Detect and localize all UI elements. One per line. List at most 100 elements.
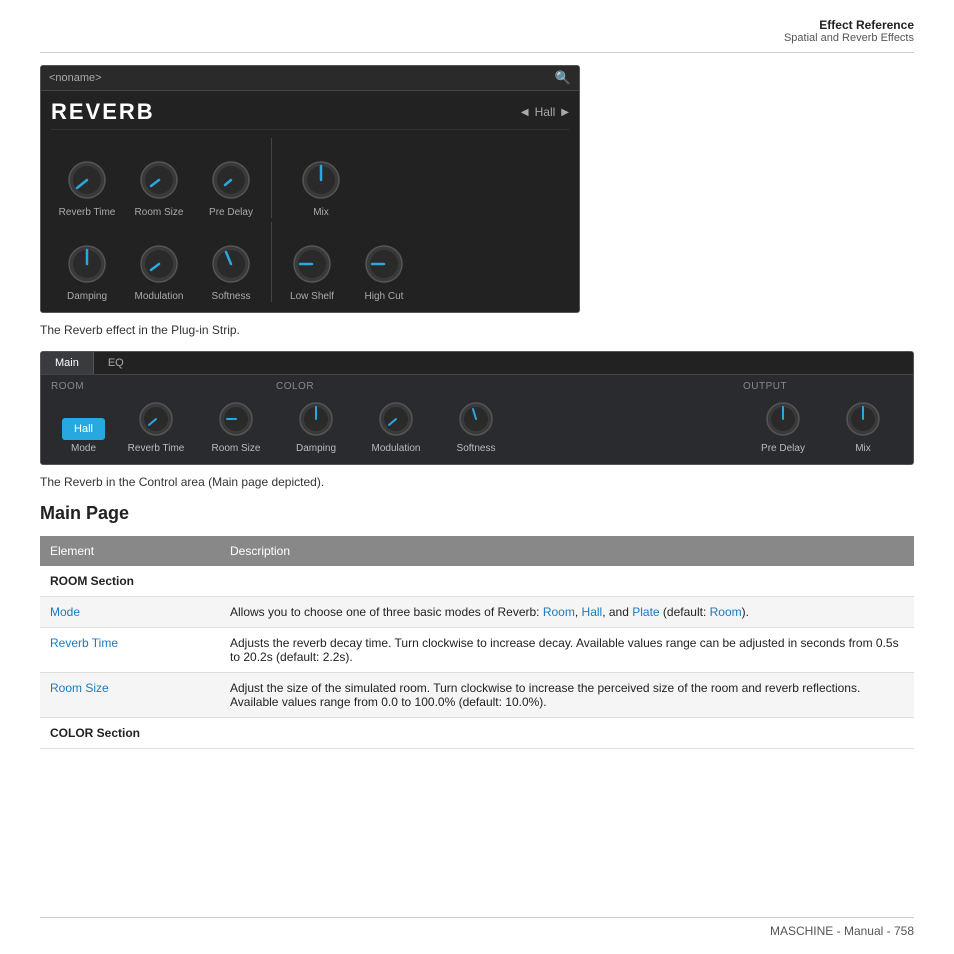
room-section-desc <box>220 566 914 597</box>
page-header: Effect Reference Spatial and Reverb Effe… <box>784 18 914 44</box>
ctrl-softness: Softness <box>436 398 516 454</box>
damping-knob-svg[interactable] <box>63 240 111 288</box>
color-section-desc <box>220 718 914 749</box>
table-row-room-size: Room Size Adjust the size of the simulat… <box>40 673 914 718</box>
knobs-row-1: Reverb Time Room Size <box>51 138 569 218</box>
table-row-mode: Mode Allows you to choose one of three b… <box>40 597 914 628</box>
mode-link[interactable]: Mode <box>50 605 80 619</box>
knob-pre-delay: Pre Delay <box>195 156 267 218</box>
table-row-reverb-time: Reverb Time Adjusts the reverb decay tim… <box>40 628 914 673</box>
ctrl-damping-label: Damping <box>296 443 336 454</box>
knob-modulation-label: Modulation <box>135 291 184 302</box>
knob-damping: Damping <box>51 240 123 302</box>
ctrl-section-room: ROOM Hall Mode <box>51 381 276 454</box>
knob-high-cut: High Cut <box>348 240 420 302</box>
ctrl-body: ROOM Hall Mode <box>41 375 913 464</box>
reverb-time-element-cell: Reverb Time <box>40 628 220 673</box>
preset-next-arrow[interactable]: ▶ <box>561 107 569 118</box>
pre-delay-knob-svg[interactable] <box>207 156 255 204</box>
col-header-element: Element <box>40 536 220 566</box>
header-rule <box>40 52 914 53</box>
ctrl-mix-label: Mix <box>855 443 871 454</box>
ctrl-room-size-svg[interactable] <box>215 398 257 440</box>
plugin-header: REVERB ◀ Hall ▶ <box>51 91 569 130</box>
ctrl-reverb-time-svg[interactable] <box>135 398 177 440</box>
modulation-knob-svg[interactable] <box>135 240 183 288</box>
knob-low-shelf: Low Shelf <box>276 240 348 302</box>
knob-room-size-label: Room Size <box>135 207 184 218</box>
knob-low-shelf-label: Low Shelf <box>290 291 334 302</box>
row2-divider <box>271 222 272 302</box>
table-row-room-section: ROOM Section <box>40 566 914 597</box>
ctrl-mode-label: Mode <box>71 443 96 454</box>
footer-rule <box>40 917 914 918</box>
room-size-link[interactable]: Room Size <box>50 681 109 695</box>
ctrl-pre-delay: Pre Delay <box>743 398 823 454</box>
knob-mix-label: Mix <box>313 207 329 218</box>
room-size-knob-svg[interactable] <box>135 156 183 204</box>
color-section-cell: COLOR Section <box>40 718 220 749</box>
ctrl-softness-svg[interactable] <box>455 398 497 440</box>
knob-softness: Softness <box>195 240 267 302</box>
knob-modulation: Modulation <box>123 240 195 302</box>
ctrl-mix: Mix <box>823 398 903 454</box>
ctrl-room-size: Room Size <box>196 398 276 454</box>
control-area: Main EQ ROOM Hall Mode <box>40 351 914 465</box>
preset-prev-arrow[interactable]: ◀ <box>521 107 529 118</box>
high-cut-knob-svg[interactable] <box>360 240 408 288</box>
mode-room-link[interactable]: Room <box>543 605 575 619</box>
mix-knob-svg[interactable] <box>297 156 345 204</box>
mode-desc-cell: Allows you to choose one of three basic … <box>220 597 914 628</box>
col-header-description: Description <box>220 536 914 566</box>
ctrl-section-color: COLOR Damping <box>276 381 743 454</box>
main-page-heading: Main Page <box>40 503 914 524</box>
plugin-strip: <noname> 🔍 REVERB ◀ Hall ▶ <box>40 65 580 313</box>
preset-name: Hall <box>535 105 556 119</box>
caption-control: The Reverb in the Control area (Main pag… <box>40 475 914 489</box>
ctrl-reverb-time-label: Reverb Time <box>128 443 185 454</box>
footer-text: MASCHINE - Manual - 758 <box>40 924 914 938</box>
color-section-label: COLOR <box>276 381 743 392</box>
output-knobs: Pre Delay Mix <box>743 398 903 454</box>
reverb-time-desc-cell: Adjusts the reverb decay time. Turn cloc… <box>220 628 914 673</box>
row1-divider <box>271 138 272 218</box>
knob-mix: Mix <box>276 156 366 218</box>
mode-default-link[interactable]: Room <box>710 605 742 619</box>
main-content: <noname> 🔍 REVERB ◀ Hall ▶ <box>40 65 914 749</box>
reverb-time-link[interactable]: Reverb Time <box>50 636 118 650</box>
softness-knob-svg[interactable] <box>207 240 255 288</box>
ctrl-softness-label: Softness <box>457 443 496 454</box>
ctrl-reverb-time: Reverb Time <box>116 398 196 454</box>
page-number: MASCHINE - Manual - 758 <box>770 924 914 938</box>
plugin-preset: ◀ Hall ▶ <box>521 105 569 119</box>
plugin-strip-body: REVERB ◀ Hall ▶ Reverb Time <box>41 91 579 312</box>
ctrl-mix-svg[interactable] <box>842 398 884 440</box>
tab-main[interactable]: Main <box>41 352 94 374</box>
mode-plate-link[interactable]: Plate <box>632 605 659 619</box>
table-row-color-section: COLOR Section <box>40 718 914 749</box>
ctrl-section-output: OUTPUT Pre Delay <box>743 381 903 454</box>
plugin-title: REVERB <box>51 99 155 125</box>
ctrl-modulation-svg[interactable] <box>375 398 417 440</box>
knob-pre-delay-label: Pre Delay <box>209 207 253 218</box>
plugin-noname-label: <noname> <box>49 72 102 84</box>
tab-eq[interactable]: EQ <box>94 352 138 374</box>
search-icon[interactable]: 🔍 <box>555 70 571 86</box>
low-shelf-knob-svg[interactable] <box>288 240 336 288</box>
knob-high-cut-label: High Cut <box>365 291 404 302</box>
ctrl-damping-svg[interactable] <box>295 398 337 440</box>
room-size-desc-cell: Adjust the size of the simulated room. T… <box>220 673 914 718</box>
reverb-time-knob-svg[interactable] <box>63 156 111 204</box>
room-section-cell: ROOM Section <box>40 566 220 597</box>
ctrl-sections: ROOM Hall Mode <box>51 381 903 454</box>
knob-reverb-time: Reverb Time <box>51 156 123 218</box>
room-section-label: ROOM <box>51 381 276 392</box>
ctrl-pre-delay-svg[interactable] <box>762 398 804 440</box>
mode-hall-link[interactable]: Hall <box>582 605 603 619</box>
header-title: Effect Reference <box>784 18 914 32</box>
mode-button[interactable]: Hall <box>62 418 105 440</box>
ctrl-modulation-label: Modulation <box>372 443 421 454</box>
ctrl-damping: Damping <box>276 398 356 454</box>
plugin-strip-titlebar: <noname> 🔍 <box>41 66 579 91</box>
ctrl-pre-delay-label: Pre Delay <box>761 443 805 454</box>
